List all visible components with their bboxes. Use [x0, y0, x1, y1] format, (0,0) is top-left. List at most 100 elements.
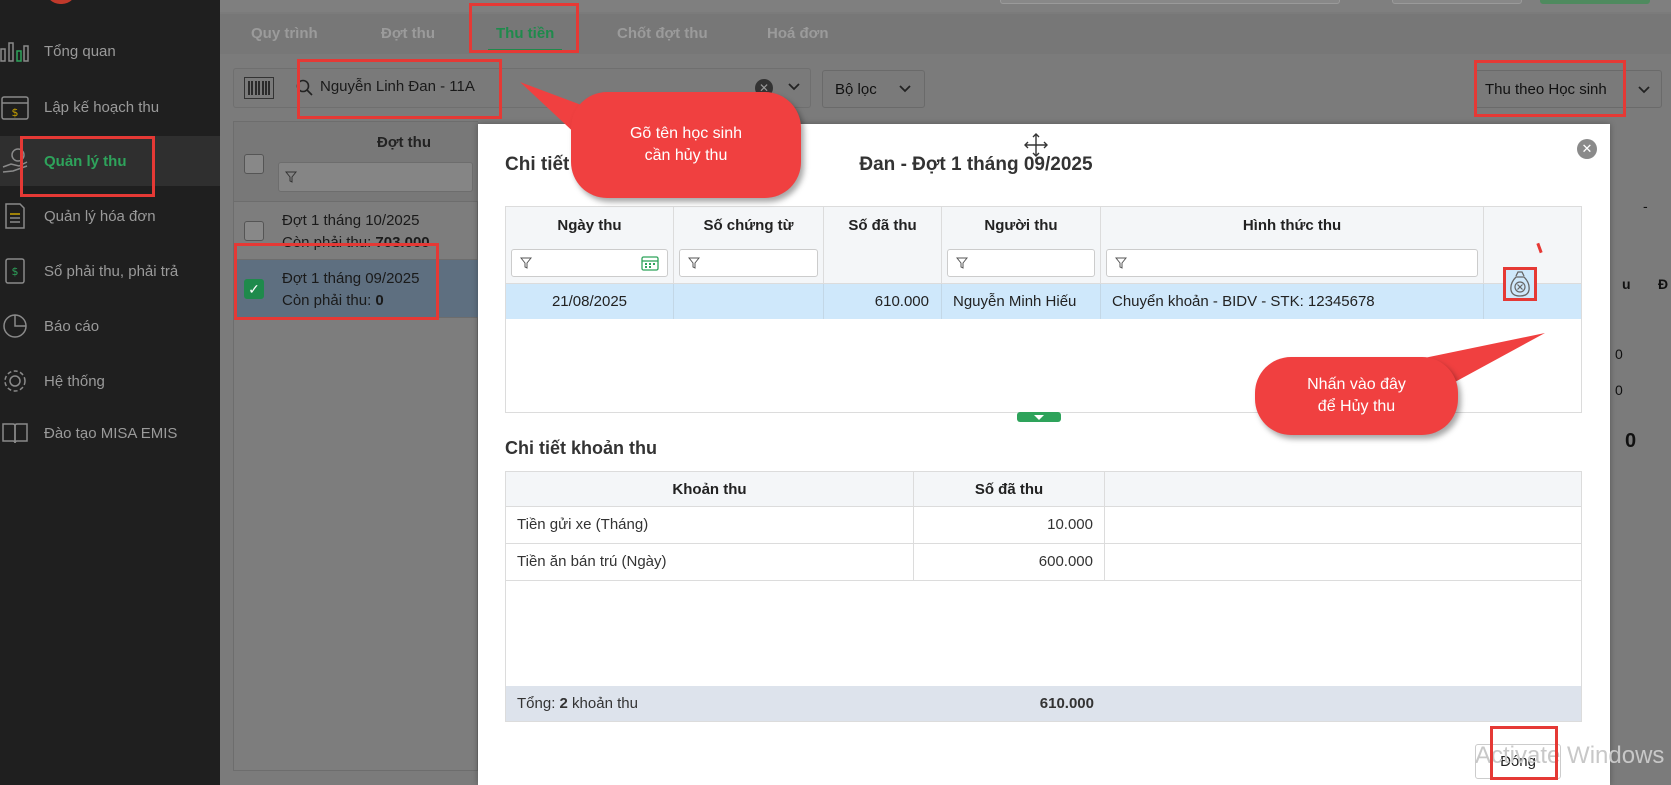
- caret-down-icon: [1034, 415, 1044, 420]
- cell-date: 21/08/2025: [506, 284, 674, 319]
- pie-chart-icon: [0, 311, 30, 341]
- background-text: Đ: [1658, 276, 1669, 292]
- close-icon[interactable]: ✕: [1577, 139, 1597, 159]
- total-count: Tổng: 2 khoản thu: [517, 695, 638, 712]
- splitter-handle[interactable]: [1017, 412, 1061, 422]
- sidebar-item-plan[interactable]: $ Lập kế hoạch thu: [0, 82, 220, 132]
- annotation-box-search: [297, 59, 502, 119]
- sidebar-item-label: Sổ phải thu, phải trả: [44, 262, 179, 280]
- table-row[interactable]: Tiền ăn bán trú (Ngày) 600.000: [506, 544, 1581, 581]
- annotation-box-mode: [1474, 60, 1626, 117]
- sidebar-item-ledger[interactable]: $ Sổ phải thu, phải trả: [0, 246, 220, 296]
- tab-batches[interactable]: Đợt thu: [381, 14, 435, 54]
- sidebar-item-invoices[interactable]: Quản lý hóa đơn: [0, 191, 220, 241]
- background-text: 0: [1615, 382, 1623, 398]
- sidebar-item-label: Lập kế hoạch thu: [44, 98, 160, 116]
- calendar-icon[interactable]: [641, 255, 659, 271]
- method-filter-input[interactable]: [1106, 249, 1478, 277]
- chevron-down-icon: [899, 85, 911, 93]
- sidebar-item-training[interactable]: Đào tạo MISA EMIS: [0, 408, 220, 458]
- cell-item-amount: 600.000: [914, 544, 1105, 580]
- annotation-box-close: [1490, 726, 1558, 780]
- sidebar: Tổng quan $ Lập kế hoạch thu Quản lý thu…: [0, 0, 220, 785]
- background-text: -: [1643, 198, 1648, 214]
- annotation-box-tab: [469, 3, 579, 53]
- section-title: Chi tiết khoản thu: [505, 438, 657, 458]
- calendar-money-icon: $: [0, 92, 30, 122]
- background-text: 0: [1615, 346, 1623, 362]
- sidebar-item-label: Quản lý hóa đơn: [44, 207, 156, 225]
- tab-process[interactable]: Quy trình: [251, 14, 318, 54]
- app-logo: [46, 0, 76, 4]
- payment-detail-dialog: Chi tiết Đan - Đợt 1 tháng 09/2025 ✕ Ngày…: [478, 124, 1610, 785]
- book-icon: [0, 418, 30, 448]
- filter-icon: [1115, 257, 1127, 269]
- column-header: Số đã thu: [914, 472, 1105, 507]
- barcode-icon[interactable]: [244, 77, 274, 102]
- batch-title: Đợt 1 tháng 10/2025: [282, 212, 420, 229]
- chart-icon: [0, 36, 30, 66]
- column-header: Khoản thu: [506, 472, 914, 507]
- tab-close-batch[interactable]: Chốt đợt thu: [617, 14, 708, 54]
- filter-dropdown[interactable]: Bộ lọc: [822, 70, 925, 108]
- select-all-checkbox[interactable]: [244, 154, 264, 174]
- tab-invoices[interactable]: Hoá đơn: [767, 14, 829, 54]
- column-header: Đợt thu: [377, 134, 431, 151]
- total-amount: 610.000: [1039, 695, 1094, 712]
- items-table: Khoản thu Số đã thu Tiền gửi xe (Tháng) …: [505, 471, 1582, 722]
- filter-icon: [688, 257, 700, 269]
- cell-amount: 610.000: [824, 284, 942, 319]
- svg-text:$: $: [12, 265, 19, 278]
- cell-item-name: Tiền gửi xe (Tháng): [506, 507, 914, 543]
- column-header: Hình thức thu: [1101, 207, 1484, 284]
- cell-method: Chuyển khoản - BIDV - STK: 12345678: [1101, 284, 1484, 319]
- cancel-hint-callout: Nhấn vào đây để Hủy thu: [1255, 357, 1458, 435]
- filter-icon: [285, 171, 297, 183]
- table-footer: Tổng: 2 khoản thu 610.000: [506, 686, 1581, 721]
- gear-icon: [0, 366, 30, 396]
- annotation-box-menu: [20, 136, 155, 197]
- top-search[interactable]: [1000, 0, 1340, 4]
- column-header: Số chứng từ: [674, 207, 824, 284]
- voucher-filter-input[interactable]: [679, 249, 818, 277]
- filter-icon: [956, 257, 968, 269]
- background-text: 0: [1625, 430, 1637, 452]
- search-hint-callout: Gõ tên học sinh cần hủy thu: [571, 92, 801, 198]
- cell-item-amount: 10.000: [914, 507, 1105, 543]
- cell-voucher: [674, 284, 824, 319]
- chevron-down-icon[interactable]: [787, 80, 801, 97]
- date-filter-input[interactable]: [511, 249, 668, 277]
- background-text: u: [1622, 276, 1631, 292]
- batch-filter-input[interactable]: [278, 162, 473, 192]
- top-action-button[interactable]: [1540, 0, 1650, 4]
- cell-collector: Nguyễn Minh Hiếu: [942, 284, 1101, 319]
- column-header-empty: [1105, 472, 1581, 507]
- filter-icon: [520, 257, 532, 269]
- filter-label: Bộ lọc: [835, 80, 877, 98]
- sidebar-item-label: Hệ thống: [44, 372, 105, 390]
- invoice-icon: [0, 201, 30, 231]
- cancel-payment-button[interactable]: [1503, 267, 1537, 301]
- ledger-icon: $: [0, 256, 30, 286]
- cell-item-name: Tiền ăn bán trú (Ngày): [506, 544, 914, 580]
- column-header: Người thu: [942, 207, 1101, 284]
- batch-list-header: Đợt thu: [234, 122, 479, 202]
- sidebar-item-system[interactable]: Hệ thống: [0, 356, 220, 406]
- sidebar-item-label: Báo cáo: [44, 317, 100, 335]
- sidebar-item-label: Tổng quan: [44, 42, 116, 60]
- column-header: Số đã thu: [824, 207, 942, 284]
- annotation-box-row: [234, 243, 439, 320]
- sidebar-item-label: Đào tạo MISA EMIS: [44, 424, 178, 442]
- table-row[interactable]: 21/08/2025 610.000 Nguyễn Minh Hiếu Chuy…: [506, 284, 1581, 319]
- top-button[interactable]: [1392, 0, 1522, 4]
- svg-text:$: $: [12, 106, 19, 119]
- column-header: Ngày thu: [506, 207, 674, 284]
- batch-list: Đợt thu Đợt 1 tháng 10/2025 Còn phải thu…: [233, 121, 479, 771]
- sidebar-item-reports[interactable]: Báo cáo: [0, 301, 220, 351]
- table-row[interactable]: Tiền gửi xe (Tháng) 10.000: [506, 507, 1581, 544]
- collector-filter-input[interactable]: [947, 249, 1095, 277]
- money-bag-cancel-icon: [1510, 271, 1530, 297]
- sidebar-item-overview[interactable]: Tổng quan: [0, 26, 220, 76]
- chevron-down-icon: [1638, 86, 1650, 94]
- row-checkbox[interactable]: [244, 221, 264, 241]
